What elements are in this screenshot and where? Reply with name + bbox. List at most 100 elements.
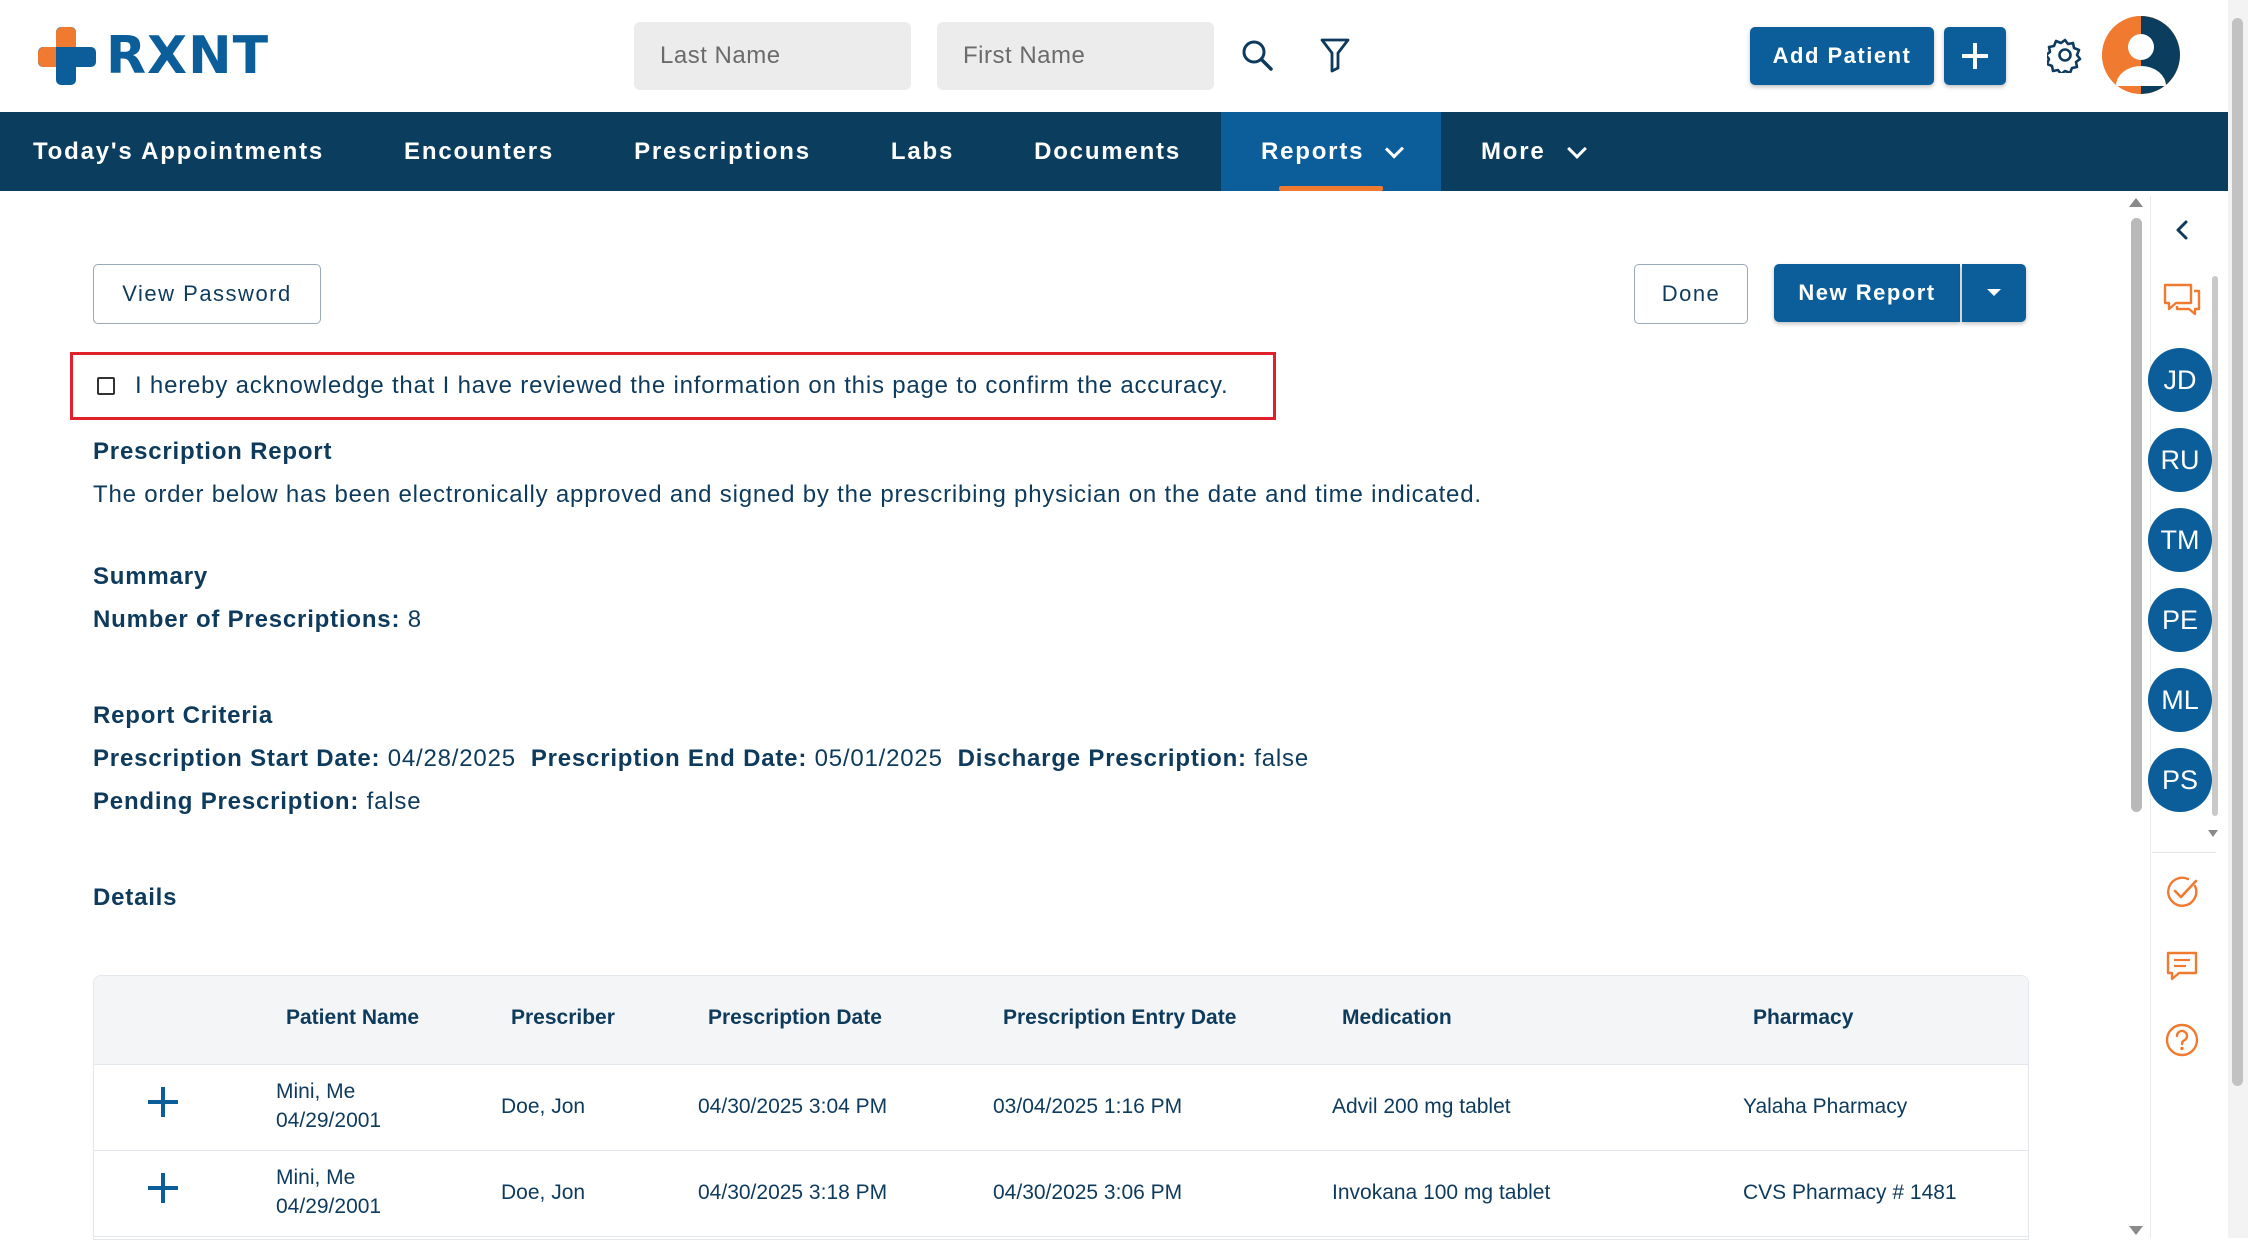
sidebar-scroll-down-icon[interactable]: [2208, 830, 2218, 837]
chevron-left-icon[interactable]: [2160, 208, 2204, 252]
expand-row-plus-icon[interactable]: [148, 1087, 178, 1117]
details-heading: Details: [93, 884, 178, 911]
start-date-value: 04/28/2025: [387, 745, 516, 772]
page-scrollbar-thumb[interactable]: [2232, 18, 2243, 1086]
scroll-down-icon[interactable]: [2129, 1226, 2143, 1235]
nav-label: More: [1480, 137, 1546, 165]
chat-bubbles-icon[interactable]: [2160, 278, 2204, 322]
view-password-label: View Password: [122, 281, 292, 306]
view-password-button[interactable]: View Password: [93, 264, 321, 324]
col-pharmacy[interactable]: Pharmacy: [1753, 1006, 1853, 1030]
user-circle-jd[interactable]: JD: [2148, 348, 2212, 412]
medication: Advil 200 mg tablet: [1332, 1095, 1511, 1118]
acknowledgement-text: I hereby acknowledge that I have reviewe…: [135, 372, 1229, 399]
acknowledgement-box: I hereby acknowledge that I have reviewe…: [70, 352, 1276, 420]
add-patient-label: Add Patient: [1772, 43, 1912, 68]
user-circle-tm[interactable]: TM: [2148, 508, 2212, 572]
nav-item-more[interactable]: More: [1441, 112, 1624, 191]
chevron-down-icon: [1566, 138, 1587, 159]
pending-label: Pending Prescription:: [93, 788, 360, 815]
prescriptions-table: Patient Name Prescriber Prescription Dat…: [93, 975, 2029, 1240]
patient-dob: 04/29/2001: [276, 1195, 382, 1218]
prescription-date: 04/30/2025 3:04 PM: [698, 1095, 888, 1118]
table-row: Mini, Me 04/29/2001 Doe, Jon 04/30/2025 …: [94, 1151, 2028, 1237]
done-button[interactable]: Done: [1634, 264, 1748, 324]
medication: Invokana 100 mg tablet: [1332, 1181, 1551, 1204]
nav-item-todays-appointments[interactable]: Today's Appointments: [0, 112, 364, 191]
user-avatar-icon[interactable]: [2102, 16, 2180, 94]
nav-item-encounters[interactable]: Encounters: [364, 112, 594, 191]
col-entry-date[interactable]: Prescription Entry Date: [1003, 1006, 1236, 1030]
nav-item-reports[interactable]: Reports: [1220, 112, 1441, 191]
nav-label: Prescriptions: [634, 137, 811, 165]
new-report-dropdown-button[interactable]: [1962, 264, 2026, 322]
discharge-value: false: [1254, 745, 1309, 772]
main-nav: Today's Appointments Encounters Prescrip…: [0, 112, 2228, 191]
criteria-heading: Report Criteria: [93, 702, 274, 729]
sidebar-scroll-thumb[interactable]: [2212, 276, 2218, 816]
caret-down-icon: [1987, 289, 2001, 296]
prescriber: Doe, Jon: [501, 1095, 586, 1118]
user-circle-pe[interactable]: PE: [2148, 588, 2212, 652]
col-patient-name[interactable]: Patient Name: [286, 1006, 419, 1030]
nav-label: Encounters: [404, 137, 555, 165]
rxnt-logo[interactable]: RXNT: [36, 24, 269, 88]
user-circle-ru[interactable]: RU: [2148, 428, 2212, 492]
discharge-label: Discharge Prescription:: [957, 745, 1247, 772]
page-scrollbar[interactable]: [2228, 0, 2248, 1238]
patient-name[interactable]: Mini, Me: [276, 1163, 355, 1192]
brand-name: RXNT: [106, 26, 270, 86]
check-circle-icon[interactable]: [2160, 870, 2204, 914]
end-date-label: Prescription End Date:: [530, 745, 808, 772]
nav-label: Today's Appointments: [33, 137, 325, 165]
report-title: Prescription Report: [93, 438, 333, 465]
end-date-value: 05/01/2025: [814, 745, 943, 772]
new-report-label: New Report: [1798, 280, 1936, 305]
scroll-up-icon[interactable]: [2129, 198, 2143, 207]
start-date-label: Prescription Start Date:: [93, 745, 381, 772]
nav-item-documents[interactable]: Documents: [994, 112, 1221, 191]
help-icon[interactable]: [2160, 1018, 2204, 1062]
pending-line: Pending Prescription: false: [93, 788, 421, 816]
last-name-input[interactable]: [634, 22, 911, 90]
scrollbar-thumb[interactable]: [2131, 218, 2142, 812]
col-medication[interactable]: Medication: [1342, 1006, 1452, 1030]
user-circle-ml[interactable]: ML: [2148, 668, 2212, 732]
nav-item-labs[interactable]: Labs: [851, 112, 994, 191]
patient-dob: 04/29/2001: [276, 1109, 382, 1132]
plus-icon: [1962, 43, 1988, 69]
content-scrollbar[interactable]: [2126, 196, 2146, 1238]
nav-item-prescriptions[interactable]: Prescriptions: [594, 112, 851, 191]
quick-add-button[interactable]: [1944, 27, 2006, 85]
nav-label: Labs: [890, 137, 955, 165]
pharmacy: Yalaha Pharmacy: [1743, 1095, 1908, 1118]
gear-icon[interactable]: [2040, 30, 2090, 80]
entry-date: 03/04/2025 1:16 PM: [993, 1095, 1183, 1118]
done-label: Done: [1661, 281, 1721, 306]
add-patient-button[interactable]: Add Patient: [1750, 27, 1934, 85]
filter-icon[interactable]: [1310, 30, 1360, 80]
patient-name[interactable]: Mini, Me: [276, 1077, 355, 1106]
criteria-dates-line: Prescription Start Date: 04/28/2025 Pres…: [93, 745, 1309, 773]
search-icon[interactable]: [1232, 30, 1282, 80]
acknowledgement-checkbox[interactable]: [97, 377, 115, 395]
pharmacy: CVS Pharmacy # 1481: [1743, 1181, 1957, 1204]
prescription-date: 04/30/2025 3:18 PM: [698, 1181, 888, 1204]
num-prescriptions-value: 8: [407, 606, 422, 633]
table-header: Patient Name Prescriber Prescription Dat…: [94, 976, 2028, 1065]
nav-label: Documents: [1034, 137, 1181, 165]
first-name-input[interactable]: [937, 22, 1214, 90]
col-prescriber[interactable]: Prescriber: [511, 1006, 615, 1030]
pending-value: false: [366, 788, 422, 815]
num-prescriptions-line: Number of Prescriptions: 8: [93, 606, 422, 634]
new-report-button[interactable]: New Report: [1774, 264, 1960, 322]
expand-row-plus-icon[interactable]: [148, 1173, 178, 1203]
sidebar-divider: [2152, 852, 2216, 853]
table-row: Mini, Me 04/29/2001 Doe, Jon 04/30/2025 …: [94, 1065, 2028, 1151]
user-circle-ps[interactable]: PS: [2148, 748, 2212, 812]
num-prescriptions-label: Number of Prescriptions:: [93, 606, 401, 633]
message-icon[interactable]: [2160, 944, 2204, 988]
summary-heading: Summary: [93, 563, 208, 590]
col-prescription-date[interactable]: Prescription Date: [708, 1006, 882, 1030]
prescriber: Doe, Jon: [501, 1181, 586, 1204]
